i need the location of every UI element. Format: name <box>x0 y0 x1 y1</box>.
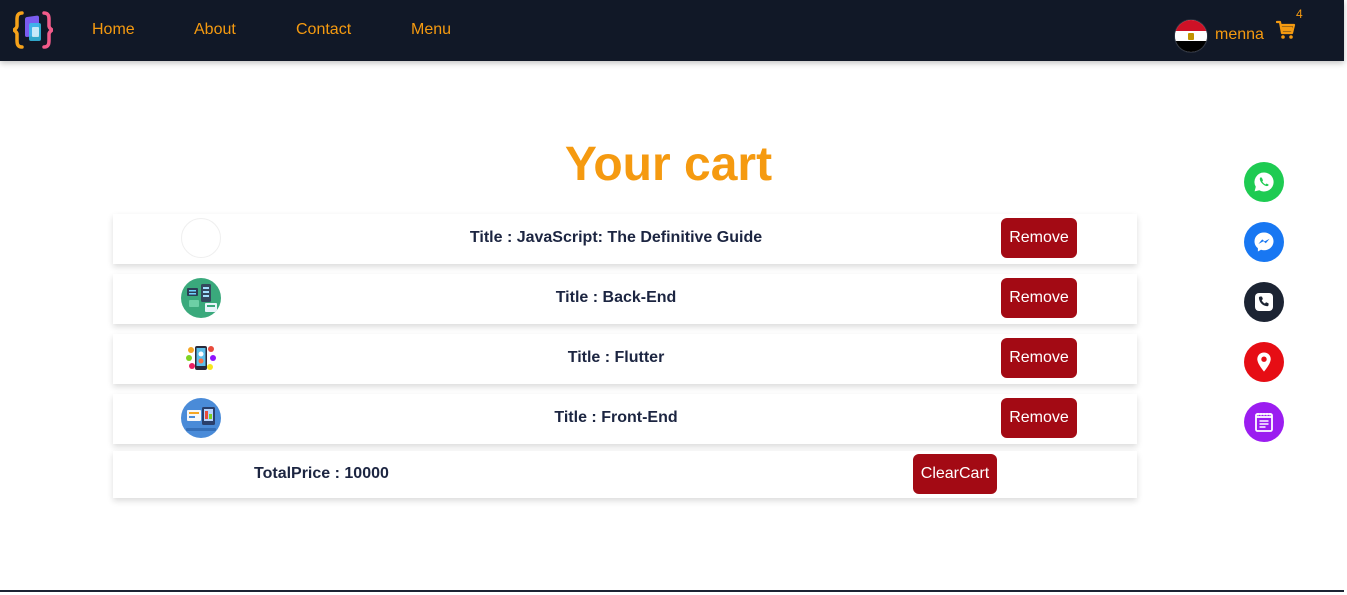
total-price: TotalPrice : 10000 <box>254 465 389 482</box>
nav-about[interactable]: About <box>194 21 236 39</box>
remove-button[interactable]: Remove <box>1001 218 1077 258</box>
cart-count-badge: 4 <box>1296 7 1303 21</box>
cart-item-title: Title : Back-End <box>555 289 677 306</box>
book-thumbnail <box>181 398 221 438</box>
egypt-flag-icon[interactable] <box>1175 20 1207 52</box>
notes-icon <box>1255 413 1273 432</box>
notes-button[interactable] <box>1244 402 1284 442</box>
shopping-cart-icon[interactable] <box>1276 20 1296 40</box>
navbar: Home About Contact Menu menna 4 <box>0 0 1344 61</box>
cart-item-title: Title : Front-End <box>554 409 678 426</box>
book-thumbnail <box>181 278 221 318</box>
cart-item-title: Title : Flutter <box>567 349 665 366</box>
book-thumbnail <box>181 338 221 378</box>
remove-button[interactable]: Remove <box>1001 278 1077 318</box>
clear-cart-button[interactable]: ClearCart <box>913 454 997 494</box>
messenger-button[interactable] <box>1244 222 1284 262</box>
remove-button[interactable]: Remove <box>1001 338 1077 378</box>
cart-total-row: TotalPrice : 10000 ClearCart <box>113 451 1137 498</box>
phone-button[interactable] <box>1244 282 1284 322</box>
footer-divider <box>0 590 1344 592</box>
brand-logo-icon[interactable] <box>13 7 53 53</box>
cart-item: Title : JavaScript: The Definitive Guide… <box>113 214 1137 264</box>
cart-item: Title : Back-End Remove <box>113 274 1137 324</box>
book-thumbnail <box>181 218 221 258</box>
cart-item: Title : Front-End Remove <box>113 394 1137 444</box>
cart-item-title: Title : JavaScript: The Definitive Guide <box>469 229 763 246</box>
username[interactable]: menna <box>1215 26 1264 44</box>
page-title: Your cart <box>564 138 773 191</box>
remove-button[interactable]: Remove <box>1001 398 1077 438</box>
nav-contact[interactable]: Contact <box>296 21 351 39</box>
location-pin-icon <box>1257 352 1271 372</box>
whatsapp-icon <box>1254 172 1274 192</box>
messenger-icon <box>1254 232 1274 252</box>
location-button[interactable] <box>1244 342 1284 382</box>
nav-home[interactable]: Home <box>92 21 135 39</box>
phone-icon <box>1255 293 1273 311</box>
cart-item: Title : Flutter Remove <box>113 334 1137 384</box>
nav-menu[interactable]: Menu <box>411 21 451 39</box>
whatsapp-button[interactable] <box>1244 162 1284 202</box>
